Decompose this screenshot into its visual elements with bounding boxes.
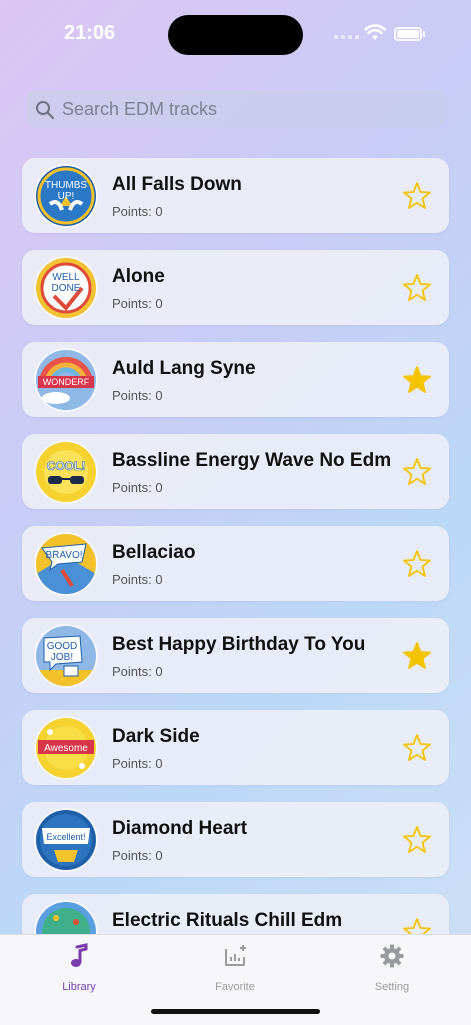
badge-text: JOB!: [51, 652, 73, 663]
well-done-badge-icon: WELL DONE: [36, 258, 96, 318]
search-bar[interactable]: [26, 90, 445, 128]
track-points: Points: 0: [112, 480, 163, 495]
track-title: Bassline Energy Wave No Edm: [112, 450, 392, 471]
thumbs-up-badge-icon: THUMBS UP!: [36, 166, 96, 226]
badge-text: UP!: [58, 191, 75, 202]
tab-label: Favorite: [215, 981, 255, 993]
track-row[interactable]: WONDERF Auld Lang Syne Points: 0: [22, 342, 449, 417]
dynamic-island: [168, 15, 303, 55]
track-title: All Falls Down: [112, 174, 242, 195]
track-row[interactable]: GOOD JOB! Best Happy Birthday To You Poi…: [22, 618, 449, 693]
track-points: Points: 0: [112, 756, 163, 771]
track-row[interactable]: WELL DONE Alone Points: 0: [22, 250, 449, 325]
track-points: Points: 0: [112, 388, 163, 403]
good-job-badge-icon: GOOD JOB!: [36, 626, 96, 686]
badge-text: WELL: [52, 272, 80, 283]
favorite-star-outline-icon[interactable]: [401, 272, 433, 304]
track-row[interactable]: Awesome Dark Side Points: 0: [22, 710, 449, 785]
favorite-star-filled-icon[interactable]: [401, 364, 433, 396]
favorite-star-outline-icon[interactable]: [401, 180, 433, 212]
track-title: Auld Lang Syne: [112, 358, 256, 379]
search-icon: [36, 101, 55, 120]
favorite-star-outline-icon[interactable]: [401, 548, 433, 580]
bravo-badge-icon: BRAVO!: [36, 534, 96, 594]
track-points: Points: 0: [112, 296, 163, 311]
tab-favorite[interactable]: Favorite: [185, 943, 285, 993]
chart-plus-icon: [225, 945, 246, 966]
badge-text: GOOD: [47, 641, 78, 652]
battery-tip: [423, 31, 425, 37]
badge-text: Awesome: [44, 743, 88, 754]
track-row[interactable]: Excellent! Diamond Heart Points: 0: [22, 802, 449, 877]
track-points: Points: 0: [112, 572, 163, 587]
track-points: Points: 0: [112, 204, 163, 219]
wonderful-badge-icon: WONDERF: [36, 350, 96, 410]
gear-icon: [380, 944, 404, 968]
excellent-badge-icon: Excellent!: [36, 810, 96, 870]
track-title: Best Happy Birthday To You: [112, 634, 366, 655]
track-row[interactable]: BRAVO! Bellaciao Points: 0: [22, 526, 449, 601]
tab-library[interactable]: Library: [29, 943, 129, 993]
badge-text: BRAVO!: [45, 550, 82, 561]
badge-text: COOL!: [47, 459, 86, 473]
cool-badge-icon: COOL!: [36, 442, 96, 502]
track-title: Dark Side: [112, 726, 200, 747]
badge-text: DONE: [52, 283, 81, 294]
favorite-star-outline-icon[interactable]: [401, 732, 433, 764]
wifi-icon: [364, 24, 386, 40]
search-input[interactable]: [60, 97, 434, 121]
badge-text: WONDERF: [43, 377, 90, 387]
status-time: 21:06: [64, 22, 116, 44]
track-row[interactable]: THUMBS UP! All Falls Down Points: 0: [22, 158, 449, 233]
music-note-icon: [71, 943, 88, 967]
track-title: Alone: [112, 266, 165, 287]
track-title: Diamond Heart: [112, 818, 248, 839]
track-points: Points: 0: [112, 664, 163, 679]
track-title: Electric Rituals Chill Edm: [112, 910, 343, 931]
track-points: Points: 0: [112, 848, 163, 863]
favorite-star-outline-icon[interactable]: [401, 456, 433, 488]
cellular-signal-icon: [334, 33, 360, 39]
tab-label: Library: [62, 981, 96, 993]
status-bar: 21:06: [0, 0, 471, 70]
home-indicator: [151, 1009, 320, 1014]
tab-setting[interactable]: Setting: [342, 943, 442, 993]
badge-text: THUMBS: [45, 180, 88, 191]
favorite-star-filled-icon[interactable]: [401, 640, 433, 672]
track-title: Bellaciao: [112, 542, 196, 563]
battery-icon: [394, 27, 422, 41]
badge-text: Excellent!: [46, 832, 85, 842]
track-row[interactable]: COOL! Bassline Energy Wave No Edm Points…: [22, 434, 449, 509]
tab-label: Setting: [374, 981, 410, 993]
awesome-badge-icon: Awesome: [36, 718, 96, 778]
favorite-star-outline-icon[interactable]: [401, 824, 433, 856]
